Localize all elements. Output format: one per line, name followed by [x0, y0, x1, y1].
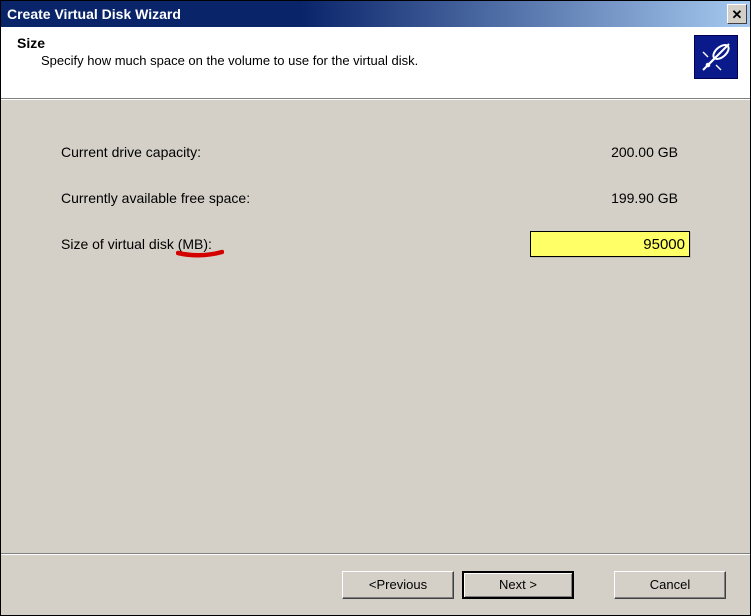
- freespace-value: 199.90 GB: [530, 190, 690, 206]
- size-label-unit-wrap: (MB): [178, 236, 208, 252]
- satellite-disk-icon: [697, 38, 735, 76]
- wizard-content: Current drive capacity: 200.00 GB Curren…: [1, 99, 750, 553]
- page-subtitle: Specify how much space on the volume to …: [17, 53, 418, 68]
- close-button[interactable]: ✕: [727, 4, 747, 24]
- header-text: Size Specify how much space on the volum…: [17, 35, 418, 98]
- size-label: Size of virtual disk (MB):: [61, 236, 391, 252]
- freespace-label: Currently available free space:: [61, 190, 391, 206]
- size-input[interactable]: [530, 231, 690, 257]
- titlebar: Create Virtual Disk Wizard ✕: [1, 1, 750, 27]
- page-title: Size: [17, 35, 418, 51]
- previous-button[interactable]: <Previous: [342, 571, 454, 599]
- capacity-value: 200.00 GB: [530, 144, 690, 160]
- row-size: Size of virtual disk (MB):: [61, 232, 690, 256]
- wizard-header: Size Specify how much space on the volum…: [1, 27, 750, 99]
- size-label-prefix: Size of virtual disk: [61, 236, 178, 252]
- wizard-icon: [694, 35, 738, 79]
- next-button[interactable]: Next >: [462, 571, 574, 599]
- window-title: Create Virtual Disk Wizard: [7, 6, 181, 22]
- red-underline-annotation: [176, 249, 224, 259]
- wizard-footer: <Previous Next > Cancel: [1, 553, 750, 615]
- row-freespace: Currently available free space: 199.90 G…: [61, 186, 690, 210]
- close-icon: ✕: [732, 8, 743, 21]
- row-capacity: Current drive capacity: 200.00 GB: [61, 140, 690, 164]
- capacity-label: Current drive capacity:: [61, 144, 391, 160]
- cancel-button[interactable]: Cancel: [614, 571, 726, 599]
